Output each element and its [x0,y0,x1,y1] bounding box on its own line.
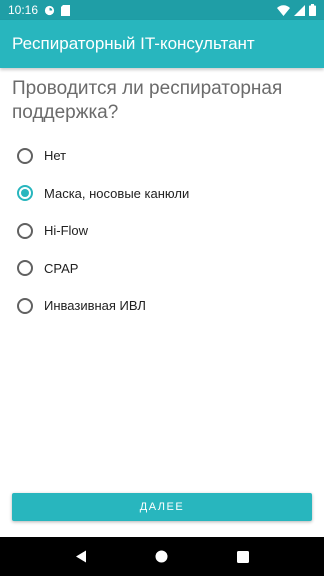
navigation-bar [0,537,324,576]
radio-button[interactable] [17,222,33,239]
status-left: 10:16 [8,3,71,17]
app-bar: Респираторный IT-консультант [0,20,324,68]
back-icon[interactable] [69,545,93,569]
option-invasive-ventilation[interactable]: Инвазивная ИВЛ [0,287,324,325]
radio-button[interactable] [17,260,33,277]
option-label: CPAP [44,260,79,276]
radio-button[interactable] [17,297,33,314]
question-text: Проводится ли респираторная поддержка? [12,78,283,123]
sync-icon [44,5,55,16]
status-right [277,4,316,16]
status-bar: 10:16 [0,0,324,20]
sd-card-icon [61,4,71,16]
radio-dot [21,189,29,198]
option-net[interactable]: Нет [0,137,324,175]
status-time: 10:16 [8,3,39,17]
option-mask-nasal-cannula[interactable]: Маска, носовые канюли [0,175,324,213]
option-hi-flow[interactable]: Hi-Flow [0,212,324,250]
options-list: Нет Маска, носовые канюли Hi-Flow CPAP И… [0,137,324,325]
radio-button[interactable] [17,147,33,164]
wifi-icon [277,4,290,16]
radio-button-checked[interactable] [17,185,33,202]
recents-icon[interactable] [231,545,255,569]
option-label: Инвазивная ИВЛ [44,298,146,314]
option-label: Нет [44,148,67,164]
option-label: Hi-Flow [44,223,89,239]
battery-icon [309,4,316,16]
cellular-icon [294,4,305,16]
next-button[interactable]: ДАЛЕЕ [12,493,312,521]
app-title: Респираторный IT-консультант [12,34,255,53]
option-label: Маска, носовые канюли [44,185,190,201]
option-cpap[interactable]: CPAP [0,250,324,288]
home-icon[interactable] [150,545,174,569]
